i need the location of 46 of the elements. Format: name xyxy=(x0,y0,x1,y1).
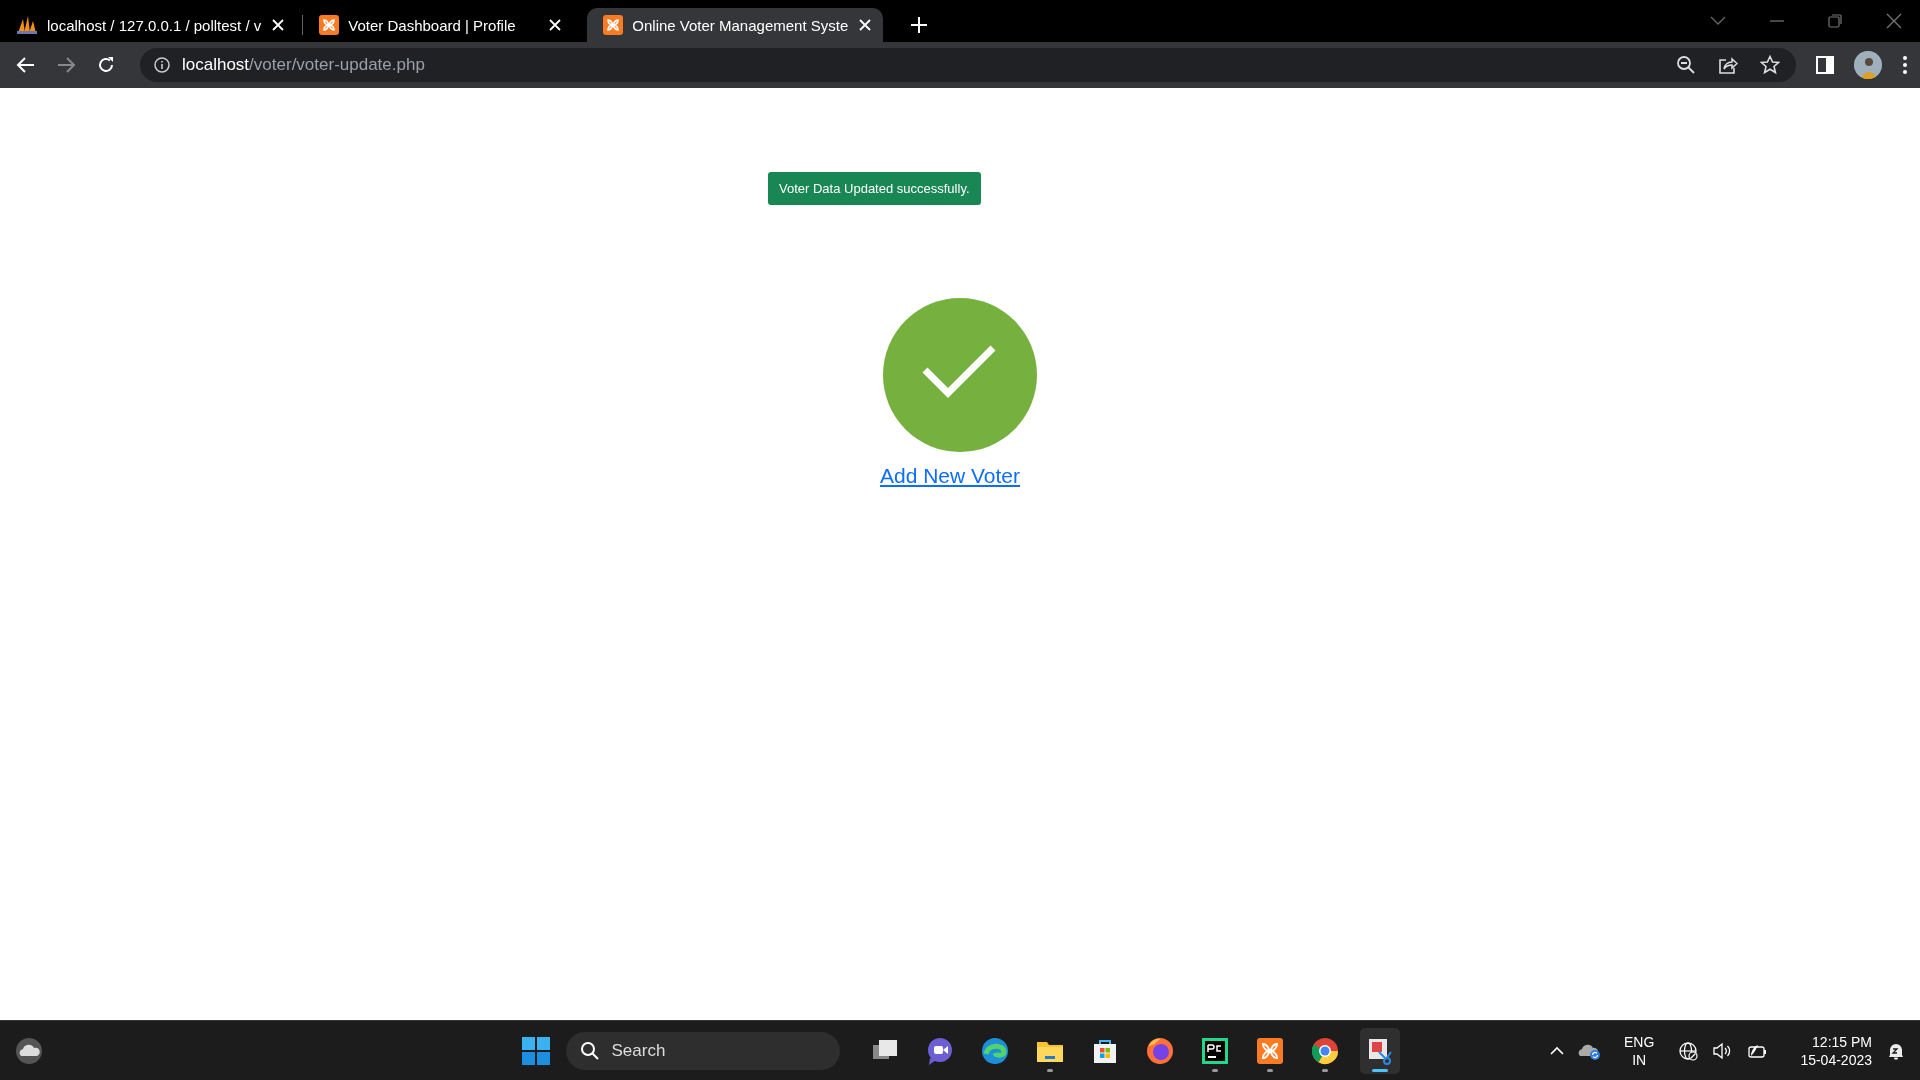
star-icon[interactable] xyxy=(1760,55,1780,75)
weather-cloud-icon[interactable] xyxy=(14,1035,44,1066)
app-logo-icon xyxy=(1254,1035,1285,1066)
taskbar-app-button[interactable] xyxy=(1359,1027,1400,1074)
running-indicator xyxy=(1371,1068,1388,1072)
info-icon[interactable] xyxy=(154,57,170,73)
browser-ball-icon xyxy=(1309,1035,1340,1066)
chevron-down-icon[interactable] xyxy=(1710,16,1726,26)
browser-tab[interactable]: Online Voter Management Syste xyxy=(587,8,884,42)
url-text: localhost/voter/voter-update.php xyxy=(182,55,425,75)
chevron-up-icon[interactable] xyxy=(1550,1046,1565,1055)
browser-swirl-icon xyxy=(979,1035,1010,1066)
windows-start-icon[interactable] xyxy=(520,1035,551,1066)
language-indicator[interactable]: ENG IN xyxy=(1624,1032,1655,1069)
back-icon[interactable] xyxy=(16,55,36,75)
ide-logo-icon xyxy=(1199,1035,1230,1066)
running-indicator xyxy=(1211,1068,1218,1072)
close-icon[interactable] xyxy=(270,17,287,33)
add-new-voter-link[interactable]: Add New Voter xyxy=(879,464,1021,488)
app-logo-icon xyxy=(603,15,624,35)
volume-icon[interactable] xyxy=(1712,1041,1733,1060)
running-indicator xyxy=(1266,1068,1273,1072)
taskbar-clock[interactable]: 12:15 PM 15-04-2023 xyxy=(1800,1032,1872,1069)
share-icon[interactable] xyxy=(1718,55,1738,75)
reload-icon[interactable] xyxy=(96,55,116,75)
close-icon[interactable] xyxy=(857,17,874,33)
check-circle-icon xyxy=(883,298,1037,452)
sailboat-logo-icon xyxy=(16,15,38,35)
side-panel-icon[interactable] xyxy=(1816,56,1834,74)
close-icon[interactable] xyxy=(547,17,564,33)
profile-avatar[interactable] xyxy=(1854,51,1882,79)
fox-globe-icon xyxy=(1144,1035,1175,1066)
zoom-out-icon[interactable] xyxy=(1676,55,1696,75)
browser-tab[interactable]: localhost / 127.0.0.1 / polltest / v xyxy=(0,8,297,42)
search-icon xyxy=(579,1040,600,1061)
menu-icon[interactable] xyxy=(1902,55,1908,75)
app-logo-icon xyxy=(319,15,340,35)
forward-icon[interactable] xyxy=(56,55,76,75)
running-indicator xyxy=(1321,1068,1328,1072)
running-indicator xyxy=(1046,1068,1053,1072)
address-bar[interactable]: localhost/voter/voter-update.php xyxy=(140,48,1796,82)
success-alert: Voter Data Updated successfully. xyxy=(768,172,981,205)
browser-tab[interactable]: Voter Dashboard | Profile xyxy=(303,8,574,42)
globe-icon[interactable] xyxy=(1678,1040,1699,1061)
taskbar-search-field[interactable]: Search xyxy=(565,1031,840,1070)
restore-icon[interactable] xyxy=(1828,14,1842,28)
